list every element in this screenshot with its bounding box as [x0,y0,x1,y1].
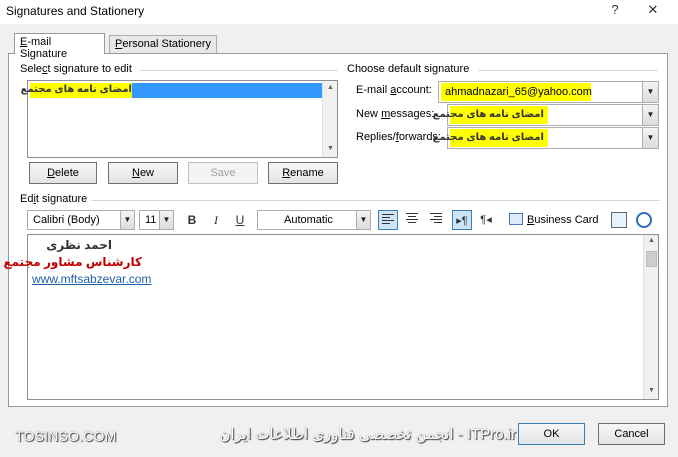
align-left-icon [382,214,394,224]
select-signature-label: Select signature to edit [20,63,136,75]
delete-button[interactable]: Delete [29,162,97,184]
email-account-value: ahmadnazari_65@yahoo.com [441,83,592,101]
align-right-icon [430,213,442,223]
rename-button[interactable]: Rename [268,162,338,184]
watermark-right: ITPro.ir - انجمن تخصصی فناوری اطلاعات ای… [219,426,516,443]
divider [88,200,660,201]
font-color-select[interactable]: Automatic ▼ [257,210,371,230]
chevron-down-icon[interactable]: ▼ [356,211,370,229]
default-signature-label: Choose default signature [347,63,474,75]
editor-scrollbar[interactable]: ▲ ▼ [643,235,658,399]
scroll-up-icon[interactable]: ▲ [323,84,338,91]
align-left-button[interactable] [378,210,398,230]
rtl-button[interactable]: ¶◂ [476,210,496,230]
scroll-down-icon[interactable]: ▼ [323,145,338,152]
font-value: Calibri (Body) [33,214,100,226]
tab-personal-stationery[interactable]: Personal Stationery [109,35,217,54]
watermark-left: TOSINSO.COM [15,428,117,444]
business-card-icon[interactable] [509,213,523,225]
signature-list[interactable]: امضای نامه های مجتمع ▲ ▼ [20,80,338,158]
insert-picture-icon[interactable] [611,212,627,228]
align-right-button[interactable] [426,210,446,230]
close-button[interactable]: ✕ [639,0,667,20]
chevron-down-icon[interactable]: ▼ [642,128,658,148]
email-account-select[interactable]: ahmadnazari_65@yahoo.com ▼ [438,81,659,103]
underline-button[interactable]: U [230,210,250,230]
new-messages-select[interactable]: امضای نامه های مجتمع ▼ [433,104,659,126]
replies-forwards-label: Replies/forwards: [356,131,441,143]
tab-email-signature-label: -mail Signature [20,36,68,60]
ltr-button[interactable]: ▸¶ [452,210,472,230]
window-title: Signatures and Stationery [6,4,145,18]
divider [478,70,658,71]
scroll-down-icon[interactable]: ▼ [644,387,659,394]
chevron-down-icon[interactable]: ▼ [642,105,658,125]
new-messages-value: امضای نامه های مجتمع [433,106,548,124]
business-card-button[interactable]: Business Card [527,214,599,226]
signature-title: کارشناس مشاور مجتمع [3,255,142,269]
cancel-button[interactable]: Cancel [598,423,665,445]
save-button[interactable]: Save [188,162,258,184]
list-item-label: امضای نامه های مجتمع [20,84,132,95]
font-color-value: Automatic [284,214,333,226]
edit-signature-label: Edit signature [20,193,92,205]
ok-button[interactable]: OK [518,423,585,445]
email-account-label: E-mail account: [356,84,432,96]
tab-email-signature[interactable]: E-mail Signature [14,33,105,60]
chevron-down-icon[interactable]: ▼ [120,211,134,229]
align-center-button[interactable] [402,210,422,230]
font-size-value: 11 [145,214,157,226]
insert-hyperlink-icon[interactable] [636,212,652,228]
chevron-down-icon[interactable]: ▼ [159,211,173,229]
italic-button[interactable]: I [206,210,226,230]
scroll-thumb[interactable] [646,251,657,267]
font-size-select[interactable]: 11 ▼ [139,210,174,230]
list-scrollbar[interactable]: ▲ ▼ [322,81,337,157]
chevron-down-icon[interactable]: ▼ [642,82,658,102]
replies-forwards-value: امضای نامه های مجتمع [433,129,548,147]
help-button[interactable]: ? [601,0,629,20]
tab-personal-stationery-label: ersonal Stationery [122,38,212,50]
divider [140,70,338,71]
scroll-up-icon[interactable]: ▲ [644,237,659,244]
font-select[interactable]: Calibri (Body) ▼ [27,210,135,230]
signature-website[interactable]: www.mftsabzevar.com [32,272,151,286]
new-messages-label: New messages: [356,108,435,120]
bold-button[interactable]: B [182,210,202,230]
signature-name: احمد نظری [46,238,112,252]
replies-forwards-select[interactable]: امضای نامه های مجتمع ▼ [433,127,659,149]
align-center-icon [406,213,418,223]
list-item[interactable]: امضای نامه های مجتمع [20,83,322,98]
new-button[interactable]: New [108,162,178,184]
signature-editor[interactable]: احمد نظری کارشناس مشاور مجتمع www.mftsab… [3,234,659,400]
